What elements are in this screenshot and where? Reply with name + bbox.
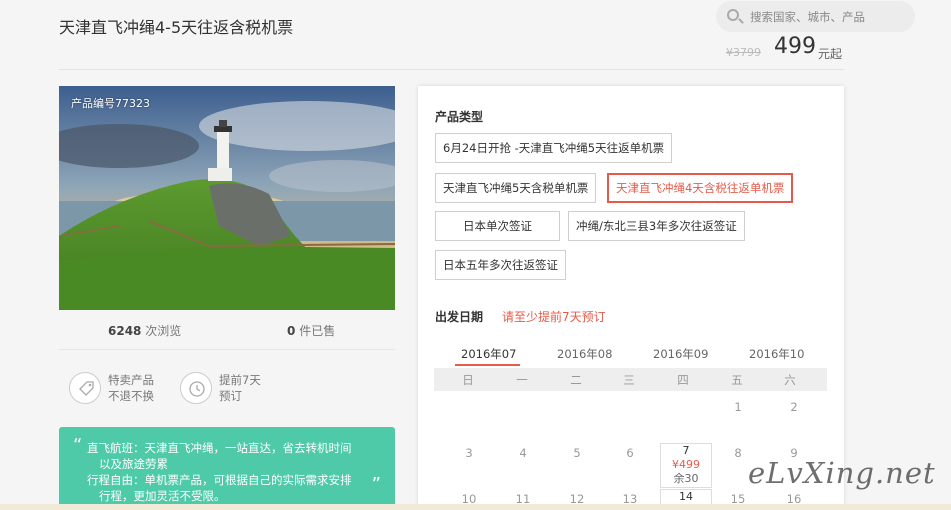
month-tab[interactable]: 2016年09 bbox=[653, 346, 708, 362]
views-label: 次浏览 bbox=[145, 324, 182, 338]
weekday-label: 二 bbox=[570, 373, 582, 387]
product-id: 产品编号77323 bbox=[71, 97, 150, 110]
advance-notice: 请至少提前7天预订 bbox=[502, 310, 606, 324]
month-tab[interactable]: 2016年08 bbox=[557, 346, 612, 362]
month-tab-active[interactable]: 2016年07 bbox=[461, 346, 516, 362]
weekday-label: 三 bbox=[623, 373, 635, 387]
weekday-label: 一 bbox=[516, 373, 528, 387]
feature-line: 不退不换 bbox=[108, 389, 154, 403]
feature-line: 预订 bbox=[219, 389, 242, 403]
weekday-label: 四 bbox=[677, 373, 689, 387]
tag-icon bbox=[69, 372, 101, 404]
day-number: 7 bbox=[682, 444, 690, 457]
day-remaining: 余30 bbox=[673, 472, 699, 485]
booking-panel: 产品类型 6月24日开抢 -天津直飞冲绳5天往返单机票 天津直飞冲绳5天含税单机… bbox=[418, 86, 844, 510]
calendar-day: 6 bbox=[626, 446, 634, 460]
calendar-day: 4 bbox=[519, 446, 527, 460]
calendar-day-available[interactable]: 7 ¥499 余30 bbox=[660, 443, 712, 488]
highlights-box: “ 直飞航班：天津直飞冲绳，一站直达，省去转机时间 以及旅途劳累 行程自由：单机… bbox=[59, 427, 395, 510]
option-button[interactable]: 6月24日开抢 -天津直飞冲绳5天往返单机票 bbox=[435, 133, 673, 163]
highlight-line: 直飞航班：天津直飞冲绳，一站直达，省去转机时间 bbox=[87, 441, 352, 455]
option-button[interactable]: 日本五年多次往返签证 bbox=[435, 250, 566, 280]
stats-divider bbox=[59, 349, 395, 350]
search-input[interactable] bbox=[750, 7, 910, 27]
sold-stat: 0 件已售 bbox=[287, 322, 335, 339]
day-price: ¥499 bbox=[672, 458, 700, 471]
feature-line: 特卖产品 bbox=[108, 373, 154, 387]
highlight-line: 行程自由：单机票产品，可根据自己的实际需求安排 bbox=[87, 473, 352, 487]
departure-date-title: 出发日期 bbox=[435, 310, 484, 324]
bottom-strip bbox=[0, 504, 951, 510]
product-type-title: 产品类型 bbox=[435, 110, 484, 124]
search-box[interactable] bbox=[716, 1, 915, 32]
open-quote-icon: “ bbox=[73, 435, 83, 456]
day-number: 14 bbox=[679, 490, 693, 503]
weekday-label: 五 bbox=[731, 373, 743, 387]
header-divider bbox=[59, 69, 844, 70]
calendar-day: 1 bbox=[734, 400, 742, 414]
views-count: 6248 bbox=[108, 324, 142, 338]
calendar-day: 3 bbox=[465, 446, 473, 460]
sold-count: 0 bbox=[287, 324, 296, 338]
month-tab[interactable]: 2016年10 bbox=[749, 346, 804, 362]
option-button[interactable]: 冲绳/东北三县3年多次往返签证 bbox=[568, 211, 745, 241]
option-button[interactable]: 日本单次签证 bbox=[435, 211, 560, 241]
highlight-line: 以及旅途劳累 bbox=[99, 457, 168, 471]
price-unit: 元起 bbox=[818, 47, 843, 61]
calendar-day: 2 bbox=[790, 400, 798, 414]
feature-line: 提前7天 bbox=[219, 373, 261, 387]
site-watermark: eLvXing.net bbox=[748, 456, 936, 490]
current-price: 499 bbox=[774, 34, 816, 59]
views-stat: 6248 次浏览 bbox=[108, 322, 181, 339]
weekday-header: 日 一 二 三 四 五 六 bbox=[434, 368, 827, 391]
clock-icon bbox=[180, 372, 212, 404]
option-button-selected[interactable]: 天津直飞冲绳4天含税往返单机票 bbox=[607, 173, 794, 203]
calendar-day: 5 bbox=[573, 446, 581, 460]
option-button[interactable]: 天津直飞冲绳5天含税单机票 bbox=[435, 173, 597, 203]
page-title: 天津直飞冲绳4-5天往返含税机票 bbox=[59, 18, 294, 37]
close-quote-icon: ” bbox=[371, 474, 381, 495]
month-active-indicator bbox=[455, 364, 520, 366]
original-price: ¥3799 bbox=[726, 46, 761, 59]
weekday-label: 日 bbox=[462, 373, 474, 387]
search-icon bbox=[727, 9, 739, 21]
product-photo: 产品编号77323 bbox=[59, 86, 395, 310]
weekday-label: 六 bbox=[784, 373, 796, 387]
sold-label: 件已售 bbox=[299, 324, 336, 338]
highlight-line: 行程，更加灵活不受限。 bbox=[99, 489, 226, 503]
